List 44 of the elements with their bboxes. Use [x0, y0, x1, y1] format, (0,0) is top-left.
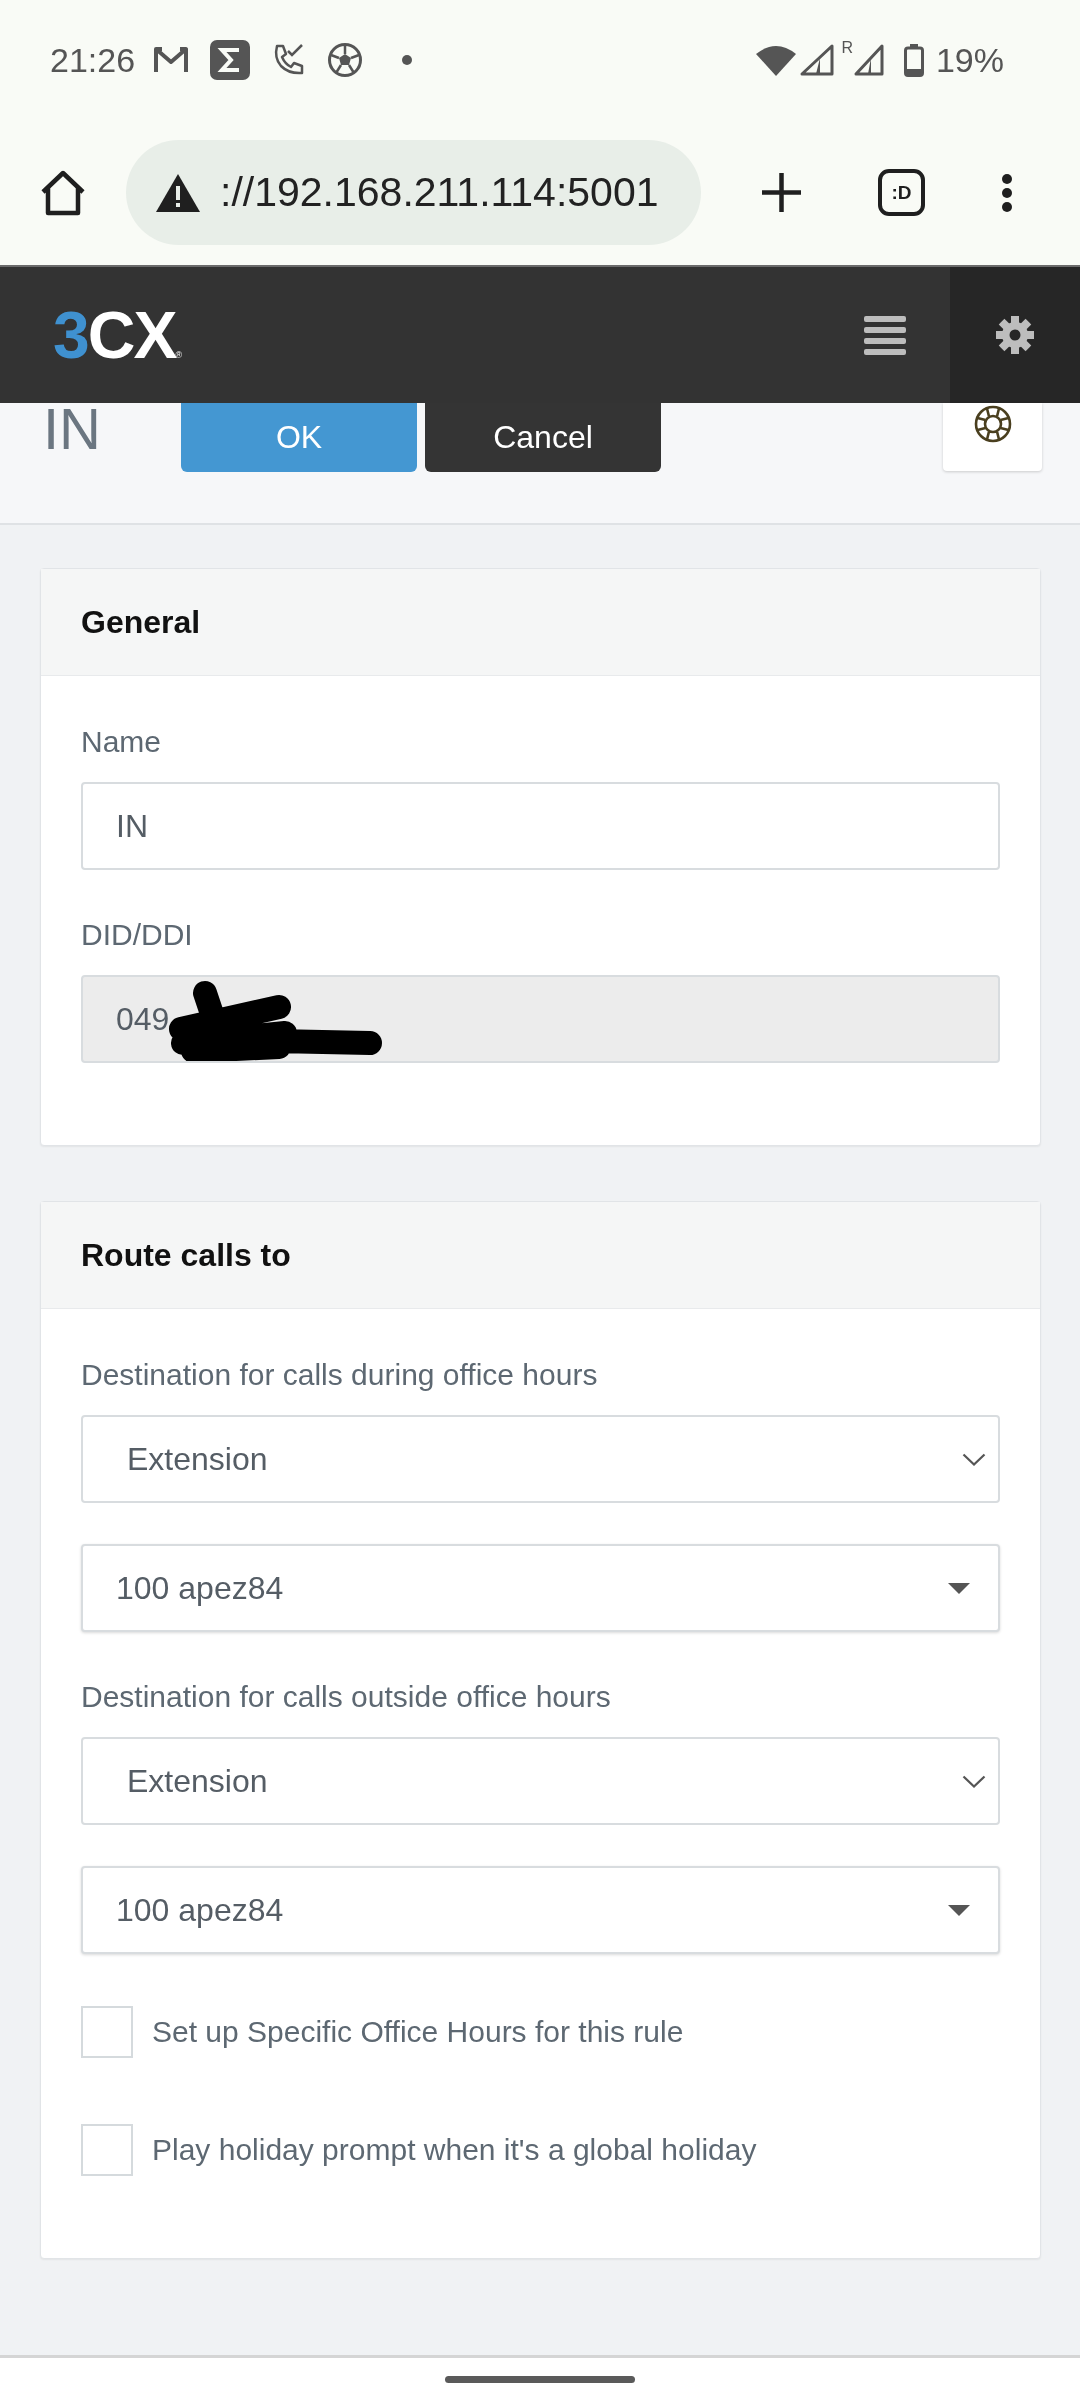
section-title: General — [81, 603, 201, 641]
signal-icon — [853, 44, 884, 76]
chevron-down-icon — [962, 1774, 986, 1788]
more-options-icon[interactable] — [1001, 172, 1013, 213]
field-label: Destination for calls during office hours — [81, 1357, 599, 1393]
wifi-icon — [756, 44, 797, 76]
battery-percentage: 19% — [935, 40, 1004, 80]
clock-time: 21:26 — [50, 40, 136, 80]
mail-icon — [153, 46, 190, 74]
checkbox[interactable] — [81, 2006, 133, 2058]
settings-icon — [995, 315, 1035, 355]
app-logo[interactable]: 3CX® — [53, 302, 183, 368]
chevron-down-icon — [962, 1452, 986, 1466]
combo-box[interactable]: 100 apez84 — [81, 1544, 1000, 1632]
home-icon[interactable] — [40, 169, 86, 216]
dropdown[interactable]: Extension — [81, 1737, 1000, 1825]
signal-icon — [800, 44, 835, 76]
settings-button[interactable] — [950, 267, 1080, 403]
section-title: Route calls to — [81, 1236, 291, 1274]
address-bar[interactable]: ://192.168.211.114:5001 — [126, 140, 701, 245]
warning-icon — [155, 172, 201, 213]
lifebuoy-icon — [973, 405, 1012, 443]
page-title: IN — [43, 403, 102, 455]
field-label: Destination for calls outside office hours — [81, 1679, 612, 1715]
field-label: Name — [81, 724, 163, 760]
new-tab-icon[interactable] — [761, 172, 802, 213]
checkbox-label[interactable]: Set up Specific Office Hours for this rule — [152, 2015, 684, 2049]
help-button[interactable] — [943, 403, 1042, 471]
tab-switcher-button[interactable]: :D — [878, 169, 925, 216]
menu-icon[interactable] — [864, 315, 906, 355]
battery-icon — [903, 43, 924, 77]
field-label: DID/DDI — [81, 917, 194, 953]
checkbox[interactable] — [81, 2124, 133, 2176]
soccer-ball-icon — [328, 43, 363, 77]
sum-sign-icon — [210, 40, 251, 80]
dropdown[interactable]: Extension — [81, 1415, 1000, 1503]
text-field[interactable]: IN — [81, 782, 1000, 870]
cancel-button[interactable]: Cancel — [425, 403, 661, 472]
notification-dot-icon — [402, 55, 413, 65]
caret-down-icon — [948, 1904, 970, 1916]
combo-box[interactable]: 100 apez84 — [81, 1866, 1000, 1954]
roaming-indicator: R — [841, 40, 853, 56]
checkbox-label[interactable]: Play holiday prompt when it's a global holiday — [152, 2133, 757, 2167]
caret-down-icon — [948, 1582, 970, 1594]
